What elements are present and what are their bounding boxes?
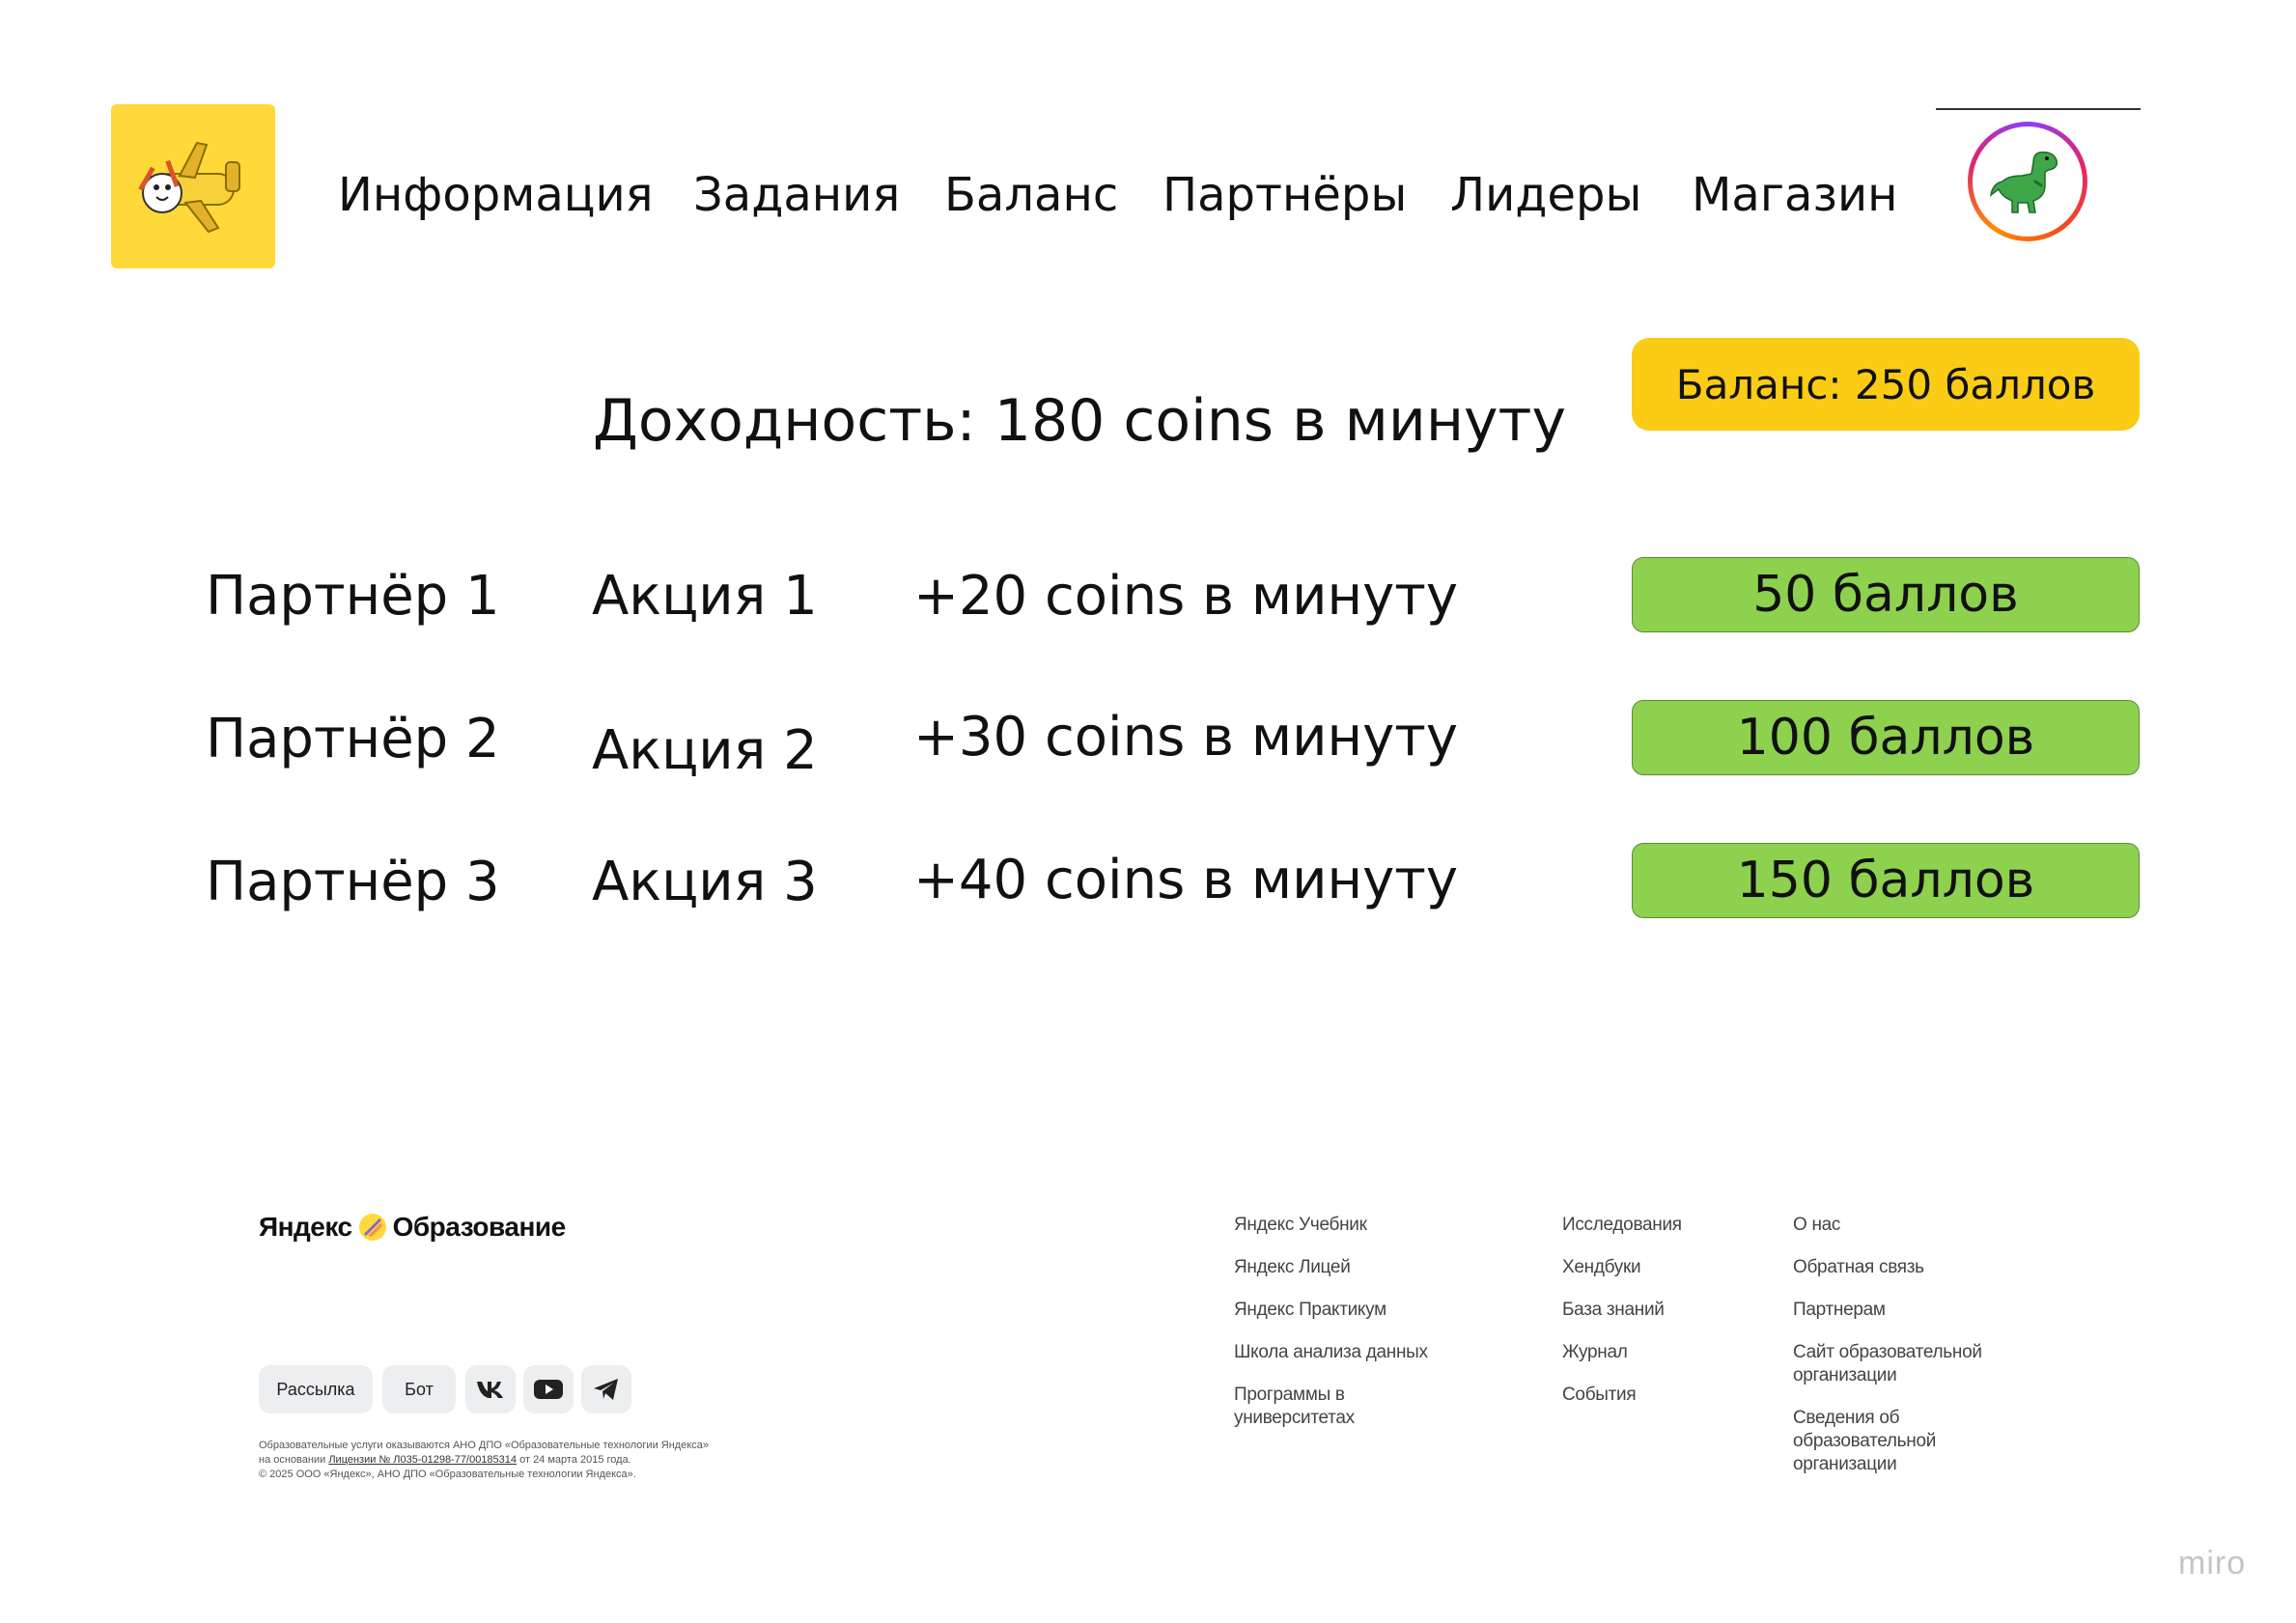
miro-watermark: miro — [2178, 1545, 2247, 1581]
footer-link[interactable]: База знаний — [1562, 1299, 1665, 1322]
avatar[interactable] — [1968, 122, 2087, 241]
footer-link[interactable]: Школа анализа данных — [1234, 1341, 1428, 1364]
footer-link[interactable]: Журнал — [1562, 1341, 1628, 1364]
footer-link[interactable]: Хендбуки — [1562, 1256, 1641, 1279]
buy-button[interactable]: 150 баллов — [1632, 843, 2140, 918]
partner-name: Партнёр 3 — [206, 851, 500, 913]
dinosaur-icon — [1989, 151, 2058, 213]
divider — [1936, 108, 2141, 110]
bonus-rate: +40 coins в минуту — [913, 849, 1459, 911]
license-link[interactable]: Лицензии № Л035-01298-77/00185314 — [328, 1454, 517, 1466]
footer-link[interactable]: организации — [1793, 1364, 1897, 1387]
promo-name: Акция 3 — [592, 851, 818, 913]
telegram-button[interactable] — [581, 1365, 631, 1413]
nav-info[interactable]: Информация — [338, 164, 654, 226]
footer-link[interactable]: Программы в — [1234, 1384, 1345, 1407]
brand-mark-icon — [358, 1214, 386, 1241]
nav-balance[interactable]: Баланс — [944, 164, 1118, 226]
bot-button[interactable]: Бот — [382, 1365, 456, 1413]
footer-link[interactable]: Яндекс Учебник — [1234, 1214, 1367, 1237]
footer-brand-logo[interactable]: Яндекс Образование — [259, 1212, 566, 1243]
buy-button[interactable]: 50 баллов — [1632, 557, 2140, 632]
app-logo[interactable] — [111, 104, 275, 268]
legal-line: на основании Лицензии № Л035-01298-77/00… — [259, 1453, 799, 1468]
partner-name: Партнёр 1 — [206, 565, 500, 628]
footer-link[interactable]: Яндекс Практикум — [1234, 1299, 1386, 1322]
footer-link[interactable]: Исследования — [1562, 1214, 1682, 1237]
bonus-rate: +20 coins в минуту — [913, 565, 1459, 628]
balance-badge: Баланс: 250 баллов — [1632, 338, 2140, 431]
nav-tasks[interactable]: Задания — [693, 164, 900, 226]
footer-link[interactable]: университетах — [1234, 1407, 1355, 1430]
bonus-rate: +30 coins в минуту — [913, 706, 1459, 769]
footer-link[interactable]: Обратная связь — [1793, 1256, 1924, 1279]
footer-link[interactable]: О нас — [1793, 1214, 1840, 1237]
legal-line: © 2025 ООО «Яндекс», АНО ДПО «Образовате… — [259, 1469, 636, 1480]
footer-link[interactable]: Яндекс Лицей — [1234, 1256, 1351, 1279]
nav-partners[interactable]: Партнёры — [1162, 164, 1407, 226]
nav-shop[interactable]: Магазин — [1692, 164, 1898, 226]
telegram-icon — [594, 1379, 618, 1400]
brand-education: Образование — [392, 1212, 567, 1242]
yield-heading: Доходность: 180 coins в минуту — [593, 387, 1567, 455]
youtube-button[interactable] — [523, 1365, 574, 1413]
vk-icon — [477, 1382, 503, 1398]
footer-link[interactable]: образовательной — [1793, 1430, 1936, 1453]
youtube-icon — [534, 1380, 563, 1399]
footer-link[interactable]: Партнерам — [1793, 1299, 1886, 1322]
legal-suffix: от 24 марта 2015 года. — [519, 1454, 631, 1466]
promo-name: Акция 2 — [592, 719, 818, 782]
brand-yandex: Яндекс — [259, 1212, 352, 1242]
nav-leaders[interactable]: Лидеры — [1450, 164, 1641, 226]
promo-name: Акция 1 — [592, 565, 818, 628]
partner-name: Партнёр 2 — [206, 708, 500, 770]
footer-link[interactable]: организации — [1793, 1453, 1897, 1476]
plane-mascot-icon — [138, 141, 240, 234]
footer-link[interactable]: Сайт образовательной — [1793, 1341, 1982, 1364]
footer-link[interactable]: События — [1562, 1384, 1637, 1407]
footer-link[interactable]: Сведения об — [1793, 1407, 1900, 1430]
vk-button[interactable] — [465, 1365, 516, 1413]
legal-prefix: на основании — [259, 1454, 326, 1466]
legal-line: Образовательные услуги оказываются АНО Д… — [259, 1440, 710, 1451]
buy-button[interactable]: 100 баллов — [1632, 700, 2140, 775]
legal-notice: Образовательные услуги оказываются АНО Д… — [259, 1439, 799, 1482]
subscribe-button[interactable]: Рассылка — [259, 1365, 373, 1413]
